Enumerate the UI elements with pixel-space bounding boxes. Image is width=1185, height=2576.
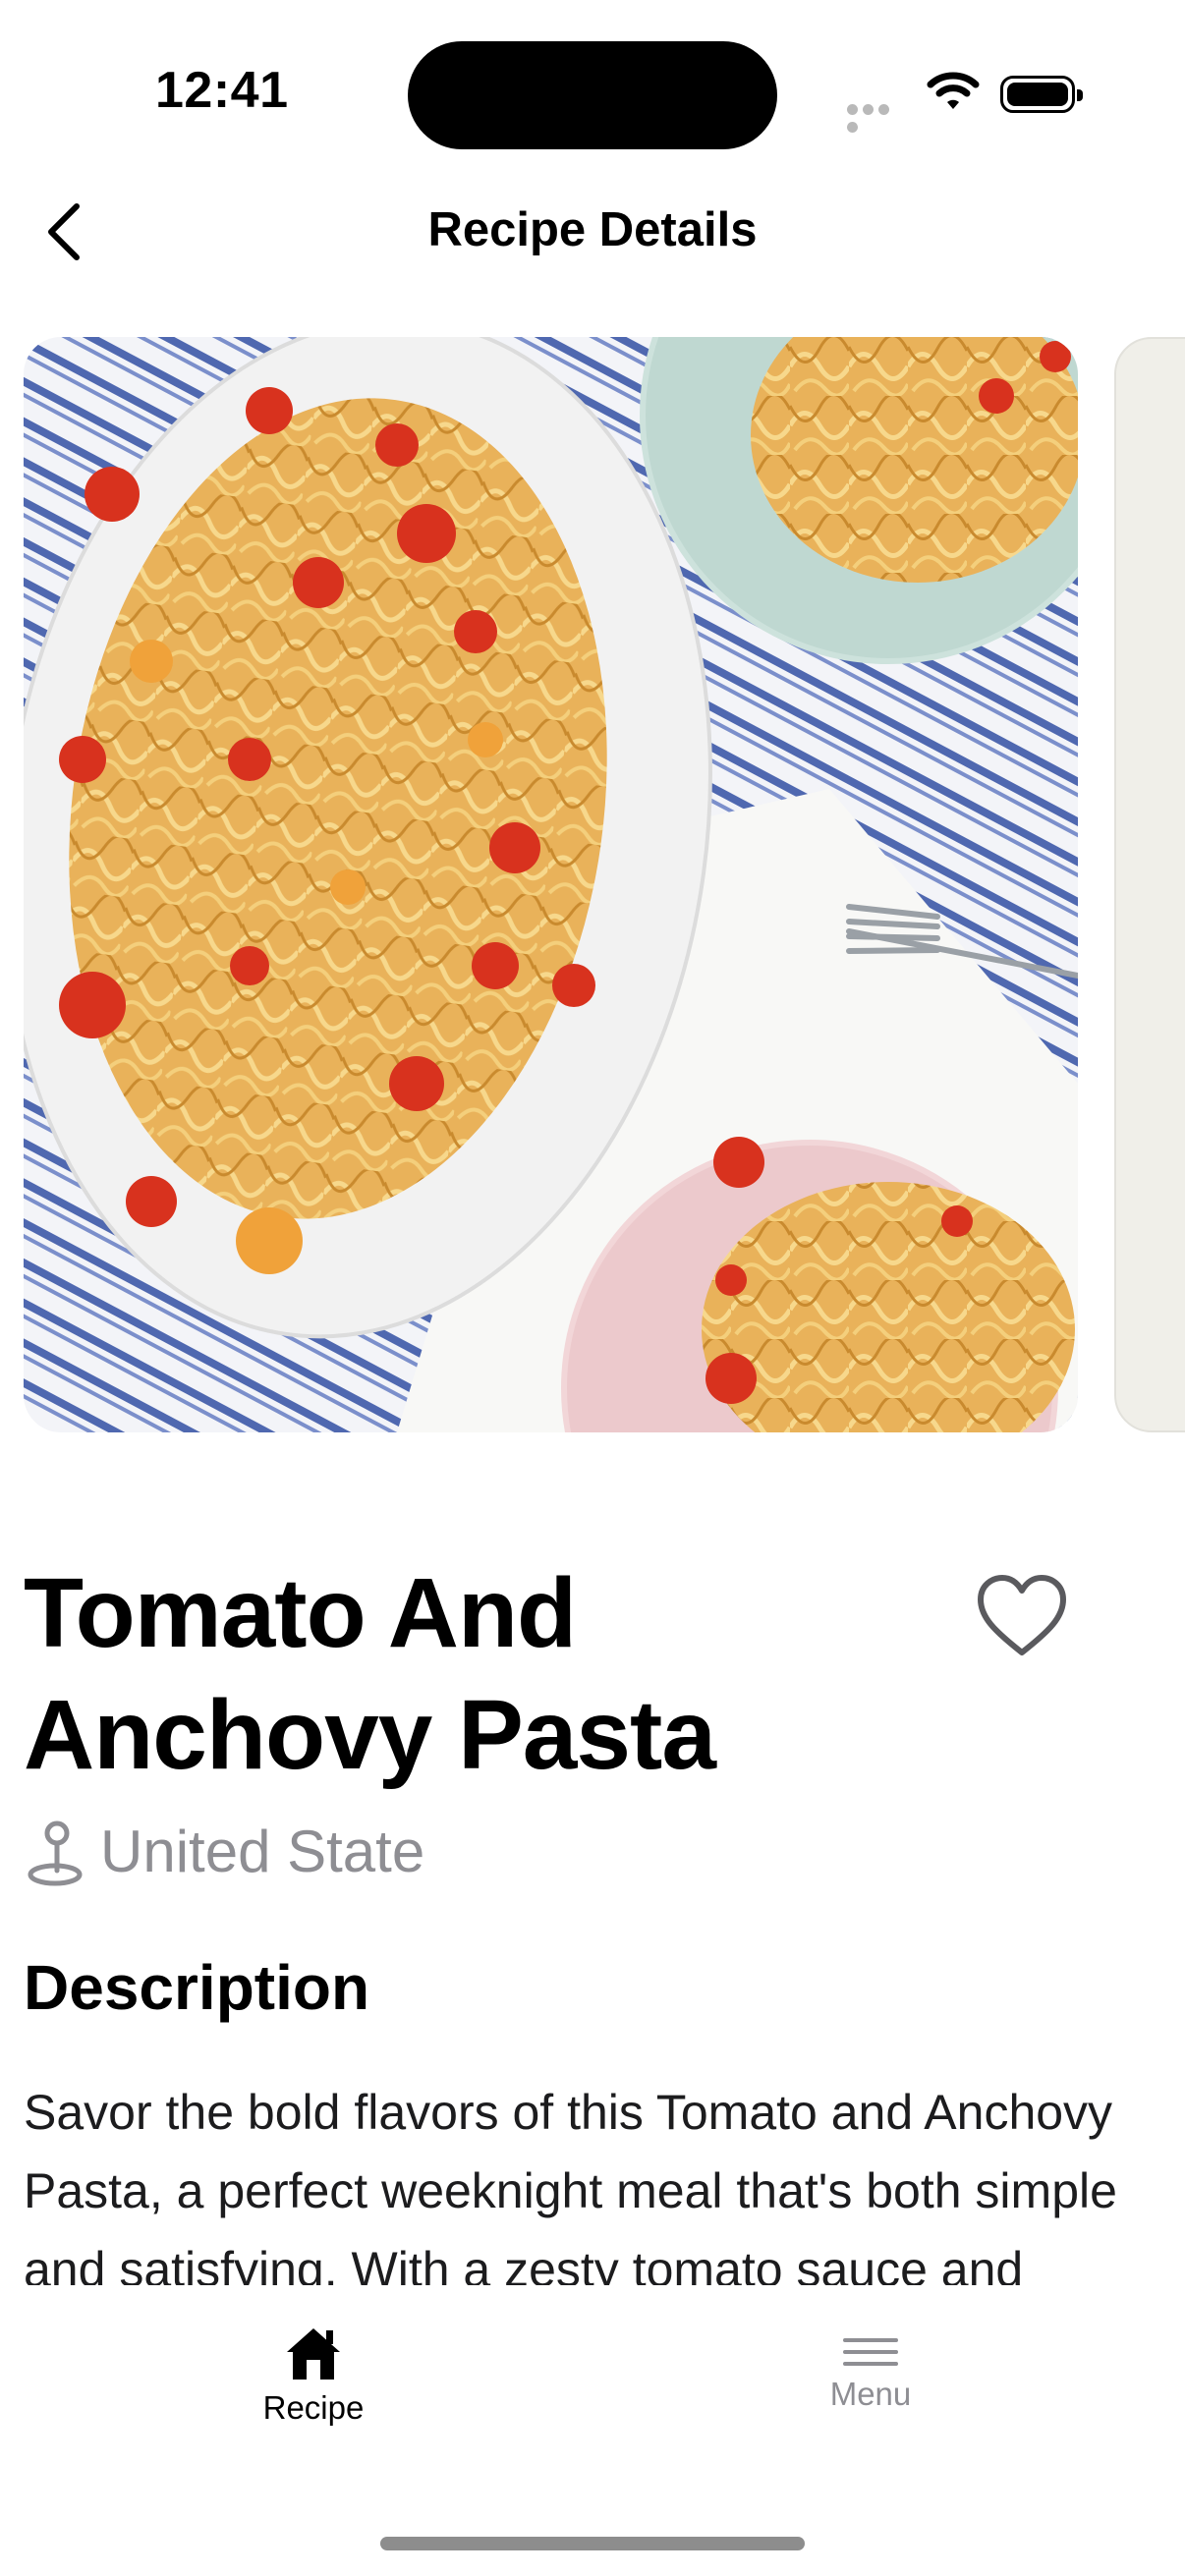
page-title: Recipe Details — [427, 203, 758, 256]
map-pin-icon — [26, 1820, 85, 1893]
battery-icon — [1000, 76, 1083, 113]
dynamic-island — [408, 41, 777, 149]
status-time: 12:41 — [155, 62, 289, 119]
cellular-signal-icon — [847, 102, 908, 133]
wifi-icon — [927, 71, 980, 117]
favorite-button[interactable] — [973, 1570, 1071, 1660]
recipe-title-line-2: Anchovy Pasta — [24, 1680, 716, 1790]
menu-icon — [843, 2338, 898, 2366]
heart-outline-icon — [978, 1575, 1066, 1655]
recipe-photo[interactable] — [24, 337, 1078, 1432]
recipe-title-line-1: Tomato And — [24, 1558, 577, 1668]
tab-bar: Recipe Menu — [0, 2285, 1185, 2576]
description-container: Savor the bold flavors of this Tomato an… — [24, 2073, 1163, 2285]
tab-menu[interactable]: Menu — [753, 2324, 988, 2462]
description-heading: Description — [24, 1952, 370, 2023]
description-text: Savor the bold flavors of this Tomato an… — [24, 2085, 1117, 2285]
tab-recipe[interactable]: Recipe — [196, 2324, 431, 2462]
recipe-title: Tomato And Anchovy Pasta — [24, 1552, 928, 1796]
recipe-location: United State — [100, 1819, 425, 1884]
carousel-next-photo[interactable] — [1114, 337, 1185, 1432]
tab-recipe-label: Recipe — [262, 2389, 365, 2426]
tab-menu-label: Menu — [829, 2376, 912, 2412]
home-indicator[interactable] — [380, 2537, 805, 2550]
home-icon — [287, 2328, 340, 2380]
